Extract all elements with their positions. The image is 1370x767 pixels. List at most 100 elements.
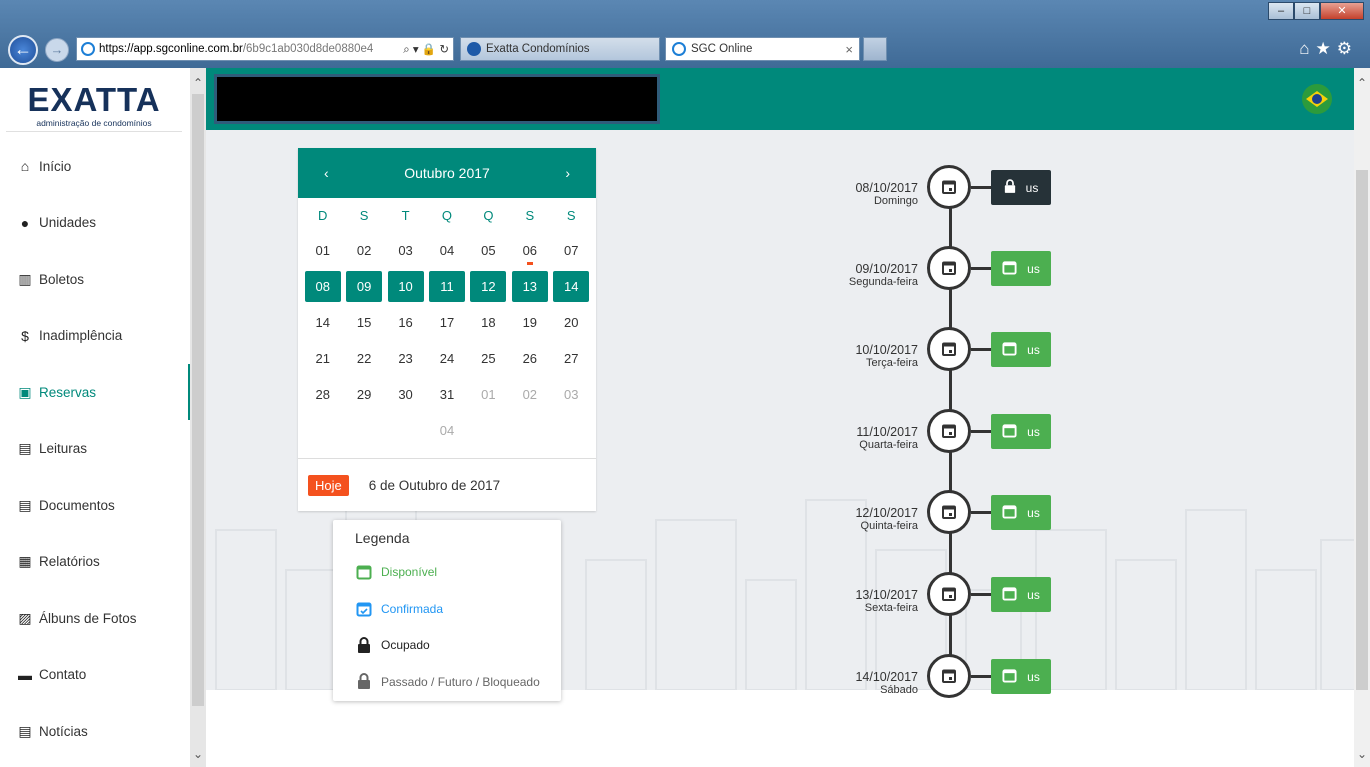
calendar-day-selected[interactable]: 11 (426, 270, 467, 302)
calendar-day[interactable]: 02 (343, 243, 384, 258)
calendar-day[interactable]: 21 (302, 351, 343, 366)
calendar-day[interactable]: 16 (385, 315, 426, 330)
calendar-icon (927, 490, 971, 534)
calendar-icon (927, 654, 971, 698)
reservation-slot-available[interactable]: us (991, 332, 1051, 367)
calendar-day[interactable]: 27 (551, 351, 592, 366)
minimize-button[interactable]: – (1268, 2, 1294, 20)
calendar-day-selected[interactable]: 14 (551, 270, 592, 302)
sidebar-item-unidades[interactable]: ● Unidades (0, 195, 190, 252)
calendar-available-icon (1002, 504, 1017, 522)
sidebar-item-inadimplencia[interactable]: $ Inadimplência (0, 308, 190, 365)
reservation-slot-available[interactable]: us (991, 251, 1051, 286)
sidebar-item-noticias[interactable]: ▤ Notícias (0, 703, 190, 760)
sidebar-item-relatorios[interactable]: ▦ Relatórios (0, 534, 190, 591)
reservation-slot-available[interactable]: us (991, 495, 1051, 530)
window-controls: – □ ✕ (1268, 2, 1364, 20)
scroll-up-icon[interactable]: ⌃ (1357, 76, 1367, 90)
calendar-day[interactable]: 14 (302, 315, 343, 330)
maximize-button[interactable]: □ (1294, 2, 1320, 20)
reservation-slot-occupied[interactable]: us (991, 170, 1051, 205)
calendar-day-today[interactable]: 06 (509, 243, 550, 265)
calendar-day-selected[interactable]: 12 (468, 270, 509, 302)
legend-item-ocupado: Ocupado (355, 627, 561, 664)
reservation-slot-available[interactable]: us (991, 659, 1051, 694)
calendar-day[interactable]: 23 (385, 351, 426, 366)
home-icon[interactable]: ⌂ (1299, 39, 1315, 58)
sidebar-item-inicio[interactable]: ⌂ Início (0, 138, 190, 195)
month-label: Outubro 2017 (404, 165, 490, 181)
calendar-day[interactable]: 25 (468, 351, 509, 366)
calendar-available-icon (1002, 586, 1017, 604)
calendar-day[interactable]: 28 (302, 387, 343, 402)
calendar-day-selected[interactable]: 08 (302, 270, 343, 302)
sidebar-item-reservas[interactable]: ▣ Reservas (0, 364, 190, 421)
calendar-day-selected[interactable]: 10 (385, 270, 426, 302)
today-button[interactable]: Hoje (308, 474, 349, 496)
sidebar-item-albuns[interactable]: ▨ Álbuns de Fotos (0, 590, 190, 647)
reservation-slot-available[interactable]: us (991, 414, 1051, 449)
calendar-day[interactable]: 05 (468, 243, 509, 258)
calendar-day[interactable]: 15 (343, 315, 384, 330)
tab-label: SGC Online (691, 43, 753, 55)
sidebar-item-label: Notícias (39, 723, 88, 739)
timeline-weekday: Quarta-feira (859, 439, 918, 451)
favorites-star-icon[interactable]: ★ (1316, 39, 1337, 58)
new-tab-button[interactable] (863, 37, 887, 61)
tab-close-icon[interactable]: × (845, 42, 853, 57)
calendar-day[interactable]: 04 (426, 243, 467, 258)
calendar-day[interactable]: 24 (426, 351, 467, 366)
calendar-day-next-month[interactable]: 04 (426, 423, 467, 438)
address-bar[interactable]: https://app.sgconline.com.br/6b9c1ab030d… (76, 37, 454, 61)
scrollbar-thumb[interactable] (1356, 170, 1368, 690)
calendar-day[interactable]: 03 (385, 243, 426, 258)
calendar-day-selected[interactable]: 13 (509, 270, 550, 302)
calendar-day[interactable]: 31 (426, 387, 467, 402)
calendar-day-next-month[interactable]: 01 (468, 387, 509, 402)
calendar-day-next-month[interactable]: 02 (509, 387, 550, 402)
calendar-day[interactable]: 29 (343, 387, 384, 402)
sidebar-item-leituras[interactable]: ▤ Leituras (0, 421, 190, 478)
calendar-day[interactable]: 17 (426, 315, 467, 330)
address-controls[interactable]: ⌕ ▾ 🔒 ↻ (403, 42, 449, 57)
calendar-day[interactable]: 22 (343, 351, 384, 366)
forward-button[interactable]: → (45, 38, 69, 62)
reservation-slot-available[interactable]: us (991, 577, 1051, 612)
scroll-down-icon[interactable]: ⌄ (193, 747, 203, 761)
weekday-label: Q (441, 207, 453, 223)
settings-gear-icon[interactable]: ⚙ (1337, 39, 1358, 58)
timeline-date: 10/10/2017 (855, 343, 918, 357)
calendar-day-next-month[interactable]: 03 (551, 387, 592, 402)
calendar-day-selected[interactable]: 09 (343, 270, 384, 302)
brazil-flag-icon[interactable] (1302, 84, 1332, 114)
sidebar-item-boletos[interactable]: ▥ Boletos (0, 251, 190, 308)
close-window-button[interactable]: ✕ (1320, 2, 1364, 20)
calendar-day[interactable]: 19 (509, 315, 550, 330)
timeline-weekday: Quinta-feira (860, 520, 918, 532)
sidebar-item-documentos[interactable]: ▤ Documentos (0, 477, 190, 534)
timeline-item: 14/10/2017 Sábado us (800, 654, 1070, 704)
back-button[interactable]: ← (8, 35, 38, 65)
calendar-day[interactable]: 18 (468, 315, 509, 330)
sidebar-item-contato[interactable]: ▬ Contato (0, 647, 190, 704)
next-month-button[interactable]: › (565, 165, 570, 181)
calendar-day[interactable]: 26 (509, 351, 550, 366)
sidebar-item-label: Início (39, 158, 72, 174)
calendar-day[interactable]: 30 (385, 387, 426, 402)
calendar-day[interactable]: 01 (302, 243, 343, 258)
prev-month-button[interactable]: ‹ (324, 165, 329, 181)
scrollbar-thumb[interactable] (192, 94, 204, 706)
page-scrollbar[interactable]: ⌃ ⌄ (1354, 68, 1370, 767)
calendar-day[interactable]: 20 (551, 315, 592, 330)
exatta-favicon-icon (467, 42, 481, 56)
calendar-day[interactable]: 07 (551, 243, 592, 258)
calendar-available-icon (355, 564, 373, 580)
scroll-up-icon[interactable]: ⌃ (193, 76, 203, 90)
weekday-label: S (525, 207, 535, 223)
sidebar-scrollbar[interactable]: ⌃ ⌄ (190, 68, 206, 767)
sidebar-item-label: Unidades (39, 215, 97, 231)
exatta-logo[interactable]: EXATTA administração de condomínios (6, 82, 182, 132)
tab-sgc-online[interactable]: SGC Online × (665, 37, 860, 61)
tab-exatta[interactable]: Exatta Condomínios (460, 37, 660, 61)
scroll-down-icon[interactable]: ⌄ (1357, 747, 1367, 761)
